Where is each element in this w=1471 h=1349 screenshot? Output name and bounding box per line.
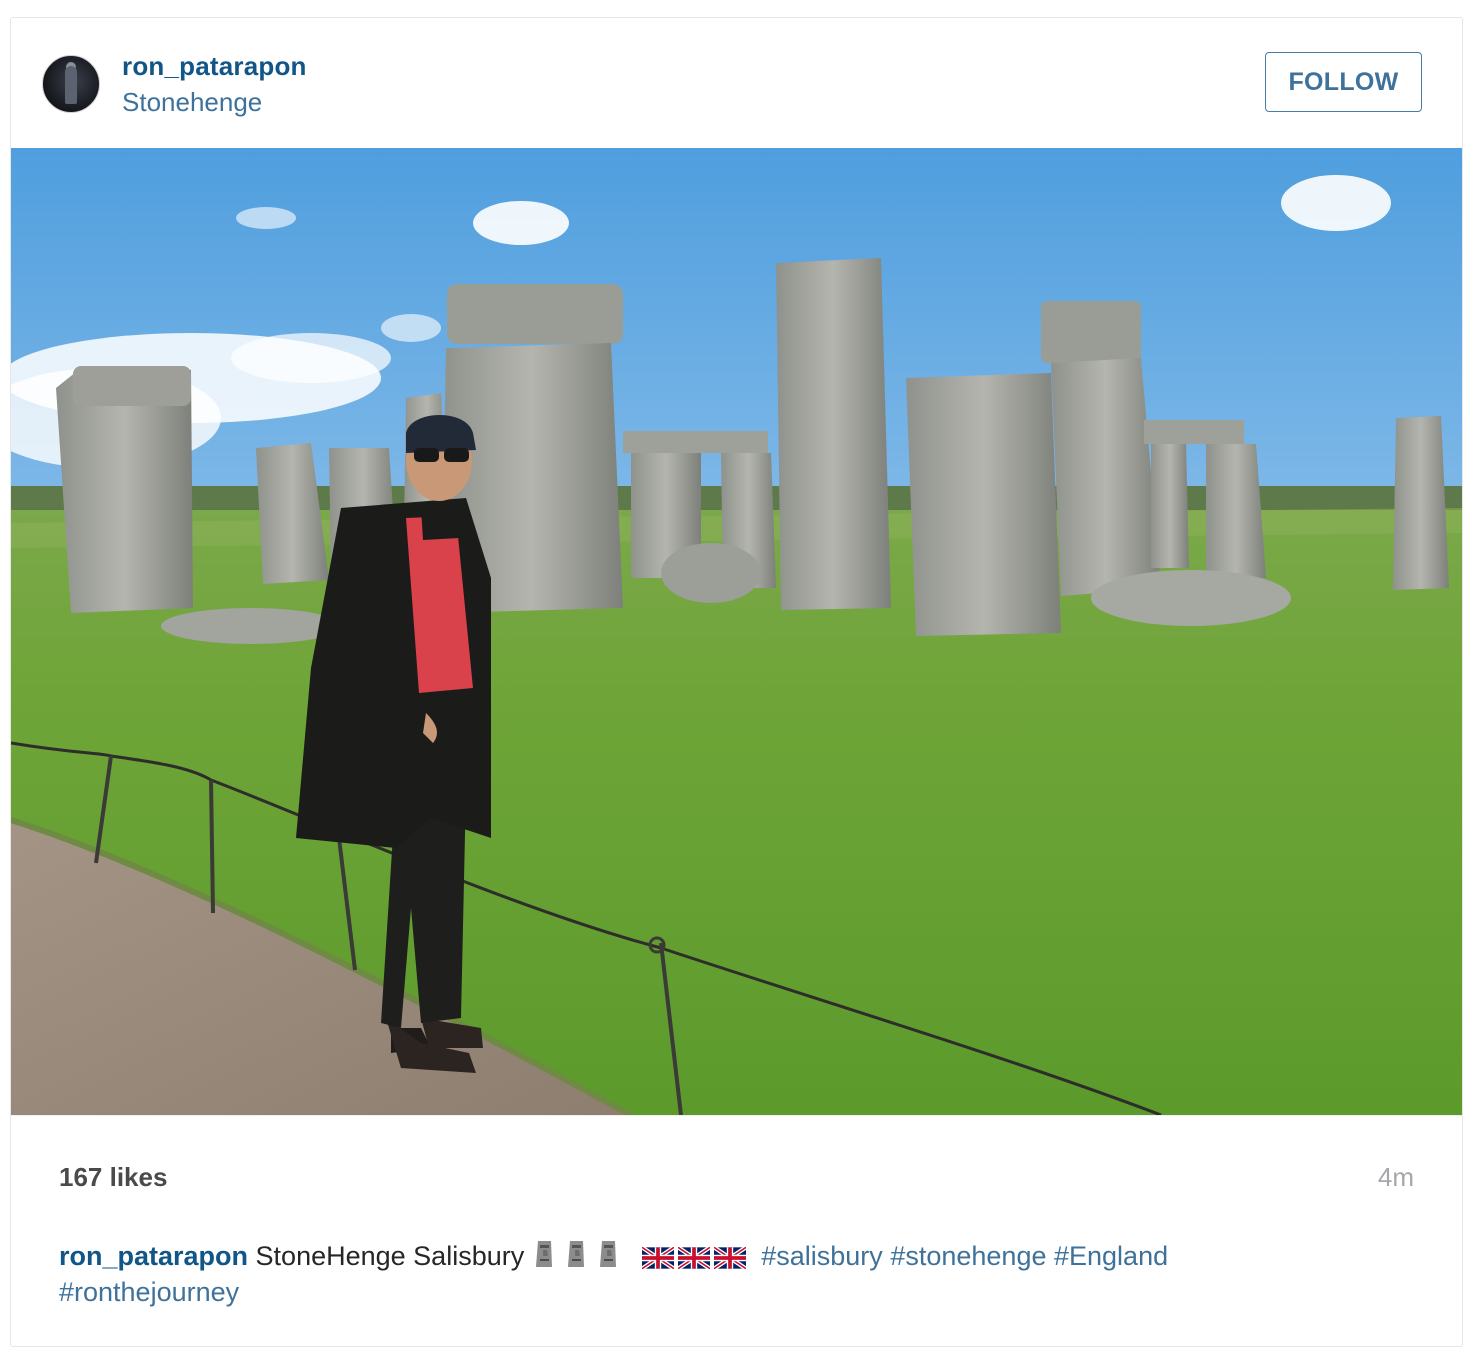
caption-username[interactable]: ron_patarapon xyxy=(59,1241,248,1271)
follow-button[interactable]: FOLLOW xyxy=(1265,52,1422,112)
post-username[interactable]: ron_patarapon xyxy=(122,51,307,82)
uk-flag-emoji xyxy=(713,1247,746,1269)
hashtag-stonehenge[interactable]: #stonehenge xyxy=(890,1241,1046,1271)
moai-emoji xyxy=(535,1241,552,1267)
post-header: ron_patarapon Stonehenge FOLLOW xyxy=(11,18,1462,149)
post-photo[interactable] xyxy=(11,148,1462,1115)
moai-emoji xyxy=(599,1241,616,1267)
hashtag-ronthejourney[interactable]: #ronthejourney xyxy=(59,1277,239,1307)
hashtag-salisbury[interactable]: #salisbury xyxy=(761,1241,883,1271)
post-footer: 167 likes 4m ron_patarapon StoneHenge Sa… xyxy=(11,1115,1462,1349)
moai-emoji xyxy=(567,1241,584,1267)
post-location[interactable]: Stonehenge xyxy=(122,87,262,118)
likes-count[interactable]: 167 likes xyxy=(59,1162,167,1193)
post-caption: ron_patarapon StoneHenge Salisbury #sali… xyxy=(59,1238,1359,1310)
uk-flag-emoji xyxy=(677,1247,710,1269)
caption-emojis xyxy=(532,1241,762,1271)
post-time[interactable]: 4m xyxy=(1378,1162,1414,1193)
hashtag-england[interactable]: #England xyxy=(1054,1241,1168,1271)
post-card: ron_patarapon Stonehenge FOLLOW 167 like… xyxy=(10,17,1463,1347)
caption-text: StoneHenge Salisbury xyxy=(255,1241,525,1271)
user-avatar[interactable] xyxy=(42,55,100,113)
uk-flag-emoji xyxy=(641,1247,674,1269)
